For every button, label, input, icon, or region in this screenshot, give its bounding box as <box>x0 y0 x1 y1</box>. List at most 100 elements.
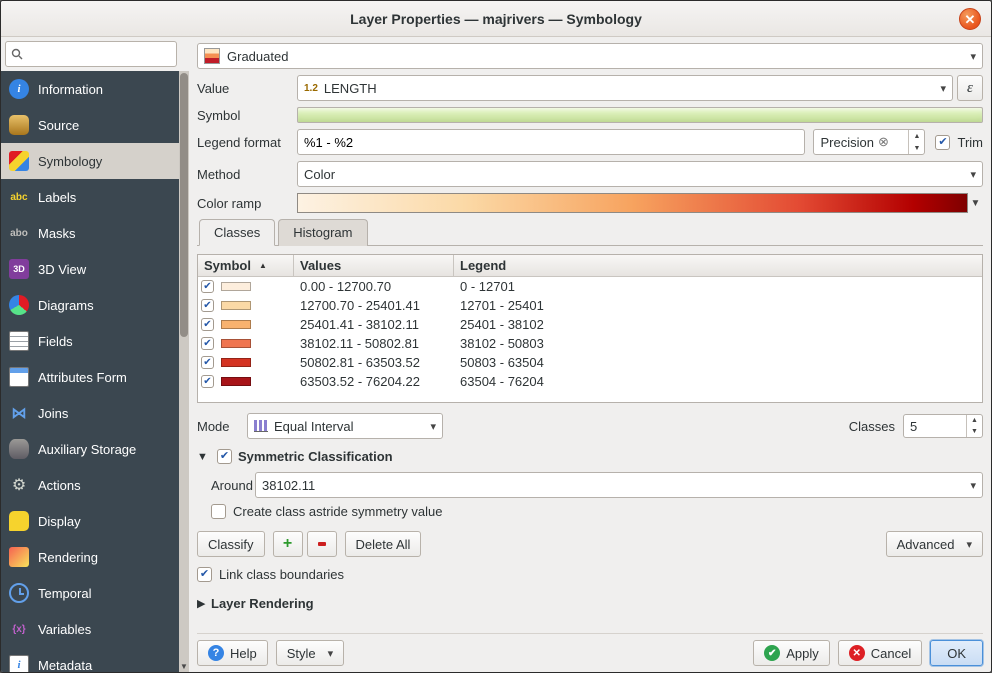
collapse-arrow-icon[interactable]: ▼ <box>197 451 211 463</box>
class-color-swatch[interactable] <box>221 320 251 329</box>
sidebar-item-joins[interactable]: Joins <box>1 395 179 431</box>
class-visibility-checkbox[interactable] <box>201 318 214 331</box>
expression-builder-button[interactable]: ε <box>957 75 983 101</box>
table-row[interactable]: 25401.41 - 38102.11 25401 - 38102 <box>198 315 982 334</box>
class-legend: 50803 - 63504 <box>454 355 982 370</box>
classes-spin-buttons[interactable]: ▲▼ <box>966 415 982 437</box>
legend-format-input[interactable] <box>297 129 805 155</box>
sidebar-item-temporal[interactable]: Temporal <box>1 575 179 611</box>
sidebar-item-label: Auxiliary Storage <box>38 442 136 457</box>
symmetric-classification-label: Symmetric Classification <box>238 449 393 464</box>
remove-class-button[interactable] <box>307 531 337 557</box>
help-button[interactable]: Help <box>197 640 268 666</box>
apply-label: Apply <box>786 646 819 661</box>
table-row[interactable]: 38102.11 - 50802.81 38102 - 50803 <box>198 334 982 353</box>
astride-checkbox[interactable] <box>211 504 226 519</box>
temporal-icon <box>9 583 29 603</box>
class-color-swatch[interactable] <box>221 358 251 367</box>
color-ramp-label: Color ramp <box>197 196 297 211</box>
mode-select[interactable]: Equal Interval ▾ <box>247 413 443 439</box>
chevron-down-icon: ▾ <box>424 420 436 433</box>
tab-classes[interactable]: Classes <box>199 219 275 246</box>
sidebar-item-source[interactable]: Source <box>1 107 179 143</box>
class-color-swatch[interactable] <box>221 301 251 310</box>
table-row[interactable]: 63503.52 - 76204.22 63504 - 76204 <box>198 372 982 391</box>
column-header-values[interactable]: Values <box>294 255 454 276</box>
scrollbar-down-arrow[interactable]: ▼ <box>179 662 189 671</box>
sidebar-item-label: 3D View <box>38 262 86 277</box>
sidebar-scrollbar[interactable]: ▼ <box>179 71 189 672</box>
sidebar-nav: Information Source Symbology Labels Mask… <box>1 71 179 672</box>
value-field-select[interactable]: 1.2 LENGTH ▾ <box>297 75 953 101</box>
expand-arrow-icon[interactable]: ▶ <box>197 597 211 610</box>
class-visibility-checkbox[interactable] <box>201 375 214 388</box>
clear-icon[interactable] <box>878 134 889 150</box>
chevron-down-icon: ▾ <box>964 479 976 492</box>
classes-histogram-tabs: Classes Histogram <box>197 219 983 246</box>
symbol-preview[interactable] <box>297 107 983 123</box>
precision-spinbox[interactable]: Precision ▲▼ <box>813 129 925 155</box>
sidebar-item-label: Joins <box>38 406 68 421</box>
precision-spin-buttons[interactable]: ▲▼ <box>908 130 924 154</box>
sidebar-item-auxiliary-storage[interactable]: Auxiliary Storage <box>1 431 179 467</box>
class-values: 12700.70 - 25401.41 <box>294 298 454 313</box>
sidebar-item-actions[interactable]: Actions <box>1 467 179 503</box>
tab-histogram[interactable]: Histogram <box>278 219 367 246</box>
class-visibility-checkbox[interactable] <box>201 299 214 312</box>
class-visibility-checkbox[interactable] <box>201 356 214 369</box>
sidebar-item-metadata[interactable]: Metadata <box>1 647 179 672</box>
color-ramp-bar[interactable] <box>297 193 968 213</box>
sidebar-item-rendering[interactable]: Rendering <box>1 539 179 575</box>
sidebar-item-display[interactable]: Display <box>1 503 179 539</box>
class-visibility-checkbox[interactable] <box>201 337 214 350</box>
trim-checkbox[interactable] <box>935 135 950 150</box>
sidebar-item-fields[interactable]: Fields <box>1 323 179 359</box>
sidebar-item-label: Symbology <box>38 154 102 169</box>
close-button[interactable] <box>959 8 981 30</box>
sidebar-item-diagrams[interactable]: Diagrams <box>1 287 179 323</box>
classes-count-spinbox[interactable]: 5 ▲▼ <box>903 414 983 438</box>
class-color-swatch[interactable] <box>221 339 251 348</box>
table-row[interactable]: 0.00 - 12700.70 0 - 12701 <box>198 277 982 296</box>
ok-label: OK <box>947 646 966 661</box>
table-row[interactable]: 50802.81 - 63503.52 50803 - 63504 <box>198 353 982 372</box>
mode-value: Equal Interval <box>274 419 354 434</box>
symmetric-classification-checkbox[interactable] <box>217 449 232 464</box>
class-color-swatch[interactable] <box>221 282 251 291</box>
sidebar-item-symbology[interactable]: Symbology <box>1 143 179 179</box>
color-ramp-dropdown-icon[interactable]: ▼ <box>968 198 983 209</box>
table-row[interactable]: 12700.70 - 25401.41 12701 - 25401 <box>198 296 982 315</box>
sidebar-item-information[interactable]: Information <box>1 71 179 107</box>
classes-table-header[interactable]: Symbol Values Legend <box>198 255 982 277</box>
method-label: Method <box>197 167 297 182</box>
cancel-button[interactable]: Cancel <box>838 640 922 666</box>
sidebar-item-3d-view[interactable]: 3D View <box>1 251 179 287</box>
minus-icon <box>318 542 326 546</box>
style-button[interactable]: Style ▾ <box>276 640 344 666</box>
delete-all-button[interactable]: Delete All <box>345 531 422 557</box>
sidebar-item-attributes-form[interactable]: Attributes Form <box>1 359 179 395</box>
apply-icon <box>764 645 780 661</box>
sidebar-item-masks[interactable]: Masks <box>1 215 179 251</box>
fields-icon <box>9 331 29 351</box>
class-color-swatch[interactable] <box>221 377 251 386</box>
classes-count-value: 5 <box>910 419 917 434</box>
ok-button[interactable]: OK <box>930 640 983 666</box>
apply-button[interactable]: Apply <box>753 640 830 666</box>
column-header-legend[interactable]: Legend <box>454 255 982 276</box>
sidebar-item-labels[interactable]: Labels <box>1 179 179 215</box>
link-class-boundaries-checkbox[interactable] <box>197 567 212 582</box>
method-select[interactable]: Color ▾ <box>297 161 983 187</box>
joins-icon <box>9 403 29 423</box>
search-input[interactable] <box>5 41 177 67</box>
scrollbar-thumb[interactable] <box>180 73 188 337</box>
around-select[interactable]: 38102.11 ▾ <box>255 472 983 498</box>
advanced-button[interactable]: Advanced ▾ <box>886 531 983 557</box>
column-header-symbol[interactable]: Symbol <box>198 255 294 276</box>
sidebar-item-label: Labels <box>38 190 76 205</box>
renderer-select[interactable]: Graduated ▾ <box>197 43 983 69</box>
classify-button[interactable]: Classify <box>197 531 265 557</box>
sidebar-item-variables[interactable]: Variables <box>1 611 179 647</box>
add-class-button[interactable]: + <box>273 531 303 557</box>
class-visibility-checkbox[interactable] <box>201 280 214 293</box>
